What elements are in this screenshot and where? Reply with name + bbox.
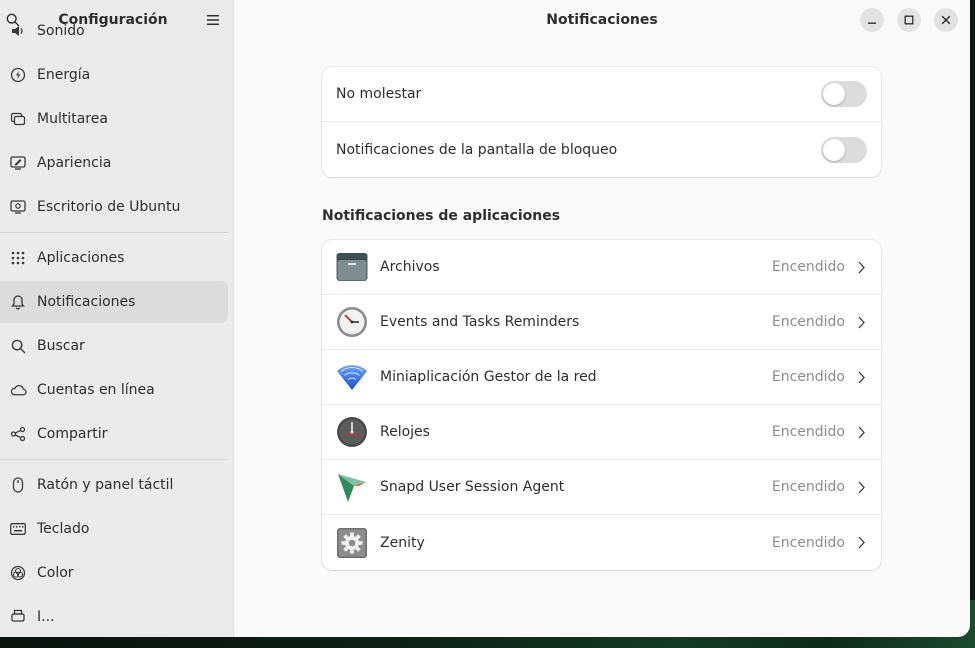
sidebar-item-aplicaciones[interactable]: Aplicaciones bbox=[0, 237, 228, 279]
app-name: Events and Tasks Reminders bbox=[380, 314, 580, 330]
main-header: Notificaciones bbox=[234, 0, 970, 40]
sidebar-list: Sonido Energía Multitarea Apariencia Esc… bbox=[0, 23, 233, 637]
sidebar-item-cuentas[interactable]: Cuentas en línea bbox=[0, 369, 228, 411]
sidebar-item-sonido[interactable]: Sonido bbox=[0, 10, 228, 52]
sidebar-divider bbox=[0, 459, 228, 460]
app-name: Miniaplicación Gestor de la red bbox=[380, 369, 597, 385]
chevron-right-icon bbox=[855, 259, 867, 275]
do-not-disturb-switch[interactable] bbox=[821, 81, 867, 107]
close-icon bbox=[941, 15, 951, 25]
main-panel: Notificaciones No molestar Notificacione… bbox=[234, 0, 970, 637]
sidebar-item-label: Energía bbox=[37, 67, 91, 83]
app-status: Encendido bbox=[771, 479, 845, 495]
toggles-card: No molestar Notificaciones de la pantall… bbox=[322, 67, 881, 177]
printer-icon bbox=[9, 608, 27, 626]
sidebar-item-escritorio-ubuntu[interactable]: Escritorio de Ubuntu bbox=[0, 186, 228, 228]
sidebar-divider bbox=[0, 232, 228, 233]
sidebar-item-label: Compartir bbox=[37, 426, 108, 442]
toggle-row-lock-screen[interactable]: Notificaciones de la pantalla de bloqueo bbox=[322, 122, 881, 177]
app-status: Encendido bbox=[771, 534, 845, 551]
section-title: Notificaciones de aplicaciones bbox=[322, 208, 561, 224]
sidebar-item-color[interactable]: Color bbox=[0, 552, 228, 594]
app-row-network[interactable]: Miniaplicación Gestor de la red Encendid… bbox=[322, 350, 881, 405]
multitask-icon bbox=[9, 110, 27, 128]
app-row-snapd[interactable]: Snapd User Session Agent Encendido bbox=[322, 460, 881, 515]
app-name: Archivos bbox=[380, 259, 440, 275]
sidebar-item-label: Teclado bbox=[37, 521, 90, 537]
network-wifi-icon bbox=[336, 361, 368, 393]
sidebar-item-label: Cuentas en línea bbox=[37, 382, 155, 398]
app-row-relojes[interactable]: Relojes Encendido bbox=[322, 405, 881, 460]
sidebar-item-label: Apariencia bbox=[37, 155, 112, 171]
sidebar-item-label: Color bbox=[37, 565, 74, 581]
zenity-gear-icon bbox=[336, 527, 368, 559]
sidebar: Configuración Sonido Energía Multitarea … bbox=[0, 0, 234, 637]
app-row-zenity[interactable]: Zenity Encendido bbox=[322, 515, 881, 570]
sidebar-item-label: Escritorio de Ubuntu bbox=[37, 199, 181, 215]
sidebar-item-raton[interactable]: Ratón y panel táctil bbox=[0, 464, 228, 506]
app-status: Encendido bbox=[771, 424, 845, 440]
clock-reminder-icon bbox=[336, 306, 368, 338]
switch-knob bbox=[823, 138, 845, 161]
app-name: Snapd User Session Agent bbox=[380, 479, 565, 495]
app-status: Encendido bbox=[771, 259, 845, 275]
close-button[interactable] bbox=[934, 8, 958, 32]
app-name: Relojes bbox=[380, 424, 430, 440]
toggle-label: Notificaciones de la pantalla de bloqueo bbox=[336, 141, 618, 158]
sidebar-item-apariencia[interactable]: Apariencia bbox=[0, 142, 228, 184]
app-row-events-tasks[interactable]: Events and Tasks Reminders Encendido bbox=[322, 295, 881, 350]
switch-knob bbox=[823, 83, 845, 105]
sidebar-item-label: Aplicaciones bbox=[37, 250, 125, 266]
color-icon bbox=[9, 564, 27, 582]
sidebar-item-label: I... bbox=[37, 609, 55, 625]
minimize-icon bbox=[868, 22, 876, 24]
chevron-right-icon bbox=[855, 314, 867, 330]
clocks-icon bbox=[336, 416, 368, 448]
toggle-row-no-molestar[interactable]: No molestar bbox=[322, 67, 881, 122]
speaker-icon bbox=[9, 22, 27, 40]
chevron-right-icon bbox=[855, 479, 867, 495]
page-title: Notificaciones bbox=[546, 12, 658, 28]
cloud-icon bbox=[9, 381, 27, 399]
app-name: Zenity bbox=[380, 534, 425, 551]
sidebar-item-label: Buscar bbox=[37, 338, 85, 354]
sidebar-item-energia[interactable]: Energía bbox=[0, 54, 228, 96]
app-status: Encendido bbox=[771, 369, 845, 385]
keyboard-icon bbox=[9, 520, 27, 538]
app-status: Encendido bbox=[771, 314, 845, 330]
files-icon bbox=[336, 251, 368, 283]
sidebar-item-buscar[interactable]: Buscar bbox=[0, 325, 228, 367]
app-row-archivos[interactable]: Archivos Encendido bbox=[322, 240, 881, 295]
sidebar-item-notificaciones[interactable]: Notificaciones bbox=[0, 281, 228, 323]
lock-screen-notifications-switch[interactable] bbox=[821, 136, 867, 163]
chevron-right-icon bbox=[855, 369, 867, 385]
settings-window: Configuración Sonido Energía Multitarea … bbox=[0, 0, 970, 637]
sidebar-item-label: Sonido bbox=[37, 23, 85, 39]
minimize-button[interactable] bbox=[860, 8, 884, 32]
sidebar-item-multitarea[interactable]: Multitarea bbox=[0, 98, 228, 140]
maximize-button[interactable] bbox=[897, 8, 921, 32]
share-icon bbox=[9, 425, 27, 443]
window-controls bbox=[860, 8, 958, 32]
sidebar-item-label: Notificaciones bbox=[37, 294, 136, 310]
ubuntu-desktop-icon bbox=[9, 198, 27, 216]
sidebar-item-label: Ratón y panel táctil bbox=[37, 477, 174, 493]
sidebar-item-impresoras[interactable]: I... bbox=[0, 596, 228, 637]
bell-icon bbox=[9, 293, 27, 311]
chevron-right-icon bbox=[855, 424, 867, 440]
power-icon bbox=[9, 66, 27, 84]
search-icon bbox=[9, 337, 27, 355]
mouse-icon bbox=[9, 476, 27, 494]
maximize-icon bbox=[904, 15, 914, 25]
apps-grid-icon bbox=[9, 249, 27, 267]
sidebar-item-compartir[interactable]: Compartir bbox=[0, 413, 228, 455]
app-notifications-list: Archivos Encendido Events and Tasks Remi… bbox=[322, 240, 881, 570]
chevron-right-icon bbox=[855, 535, 867, 551]
snapd-icon bbox=[336, 471, 368, 503]
toggle-label: No molestar bbox=[336, 86, 422, 102]
sidebar-item-label: Multitarea bbox=[37, 111, 108, 127]
appearance-icon bbox=[9, 154, 27, 172]
sidebar-item-teclado[interactable]: Teclado bbox=[0, 508, 228, 550]
